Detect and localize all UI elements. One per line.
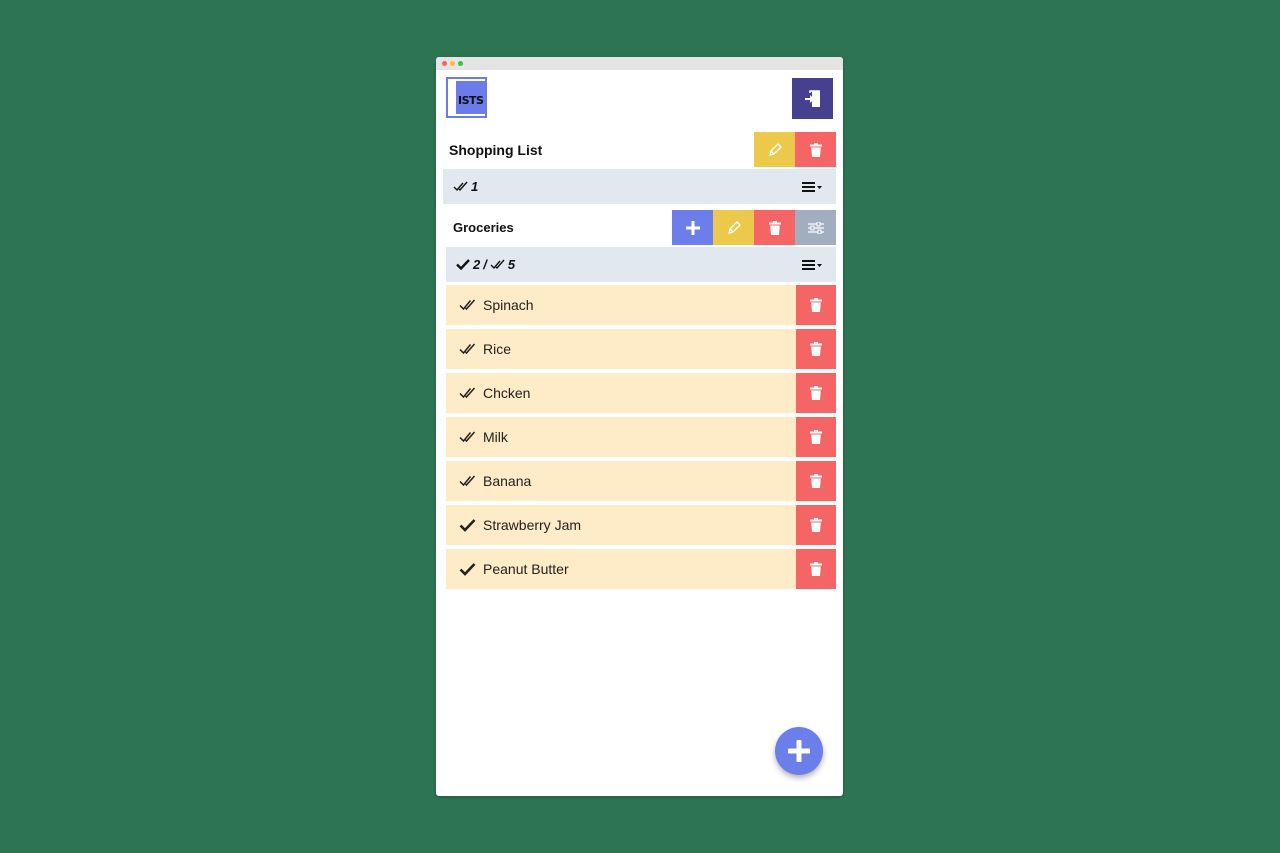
count-separator: / [483,257,487,272]
check-icon [456,259,470,270]
add-category-fab[interactable] [775,727,823,775]
list-item[interactable]: Chcken [446,373,836,413]
list-count-bar: 1 [443,169,836,204]
app-window: ISTS Shopping List 1 Groceries 2 / 5 Spi… [436,57,843,796]
item-name: Banana [483,473,532,489]
plus-icon [788,740,810,762]
double-check-icon[interactable] [459,343,479,355]
logout-button[interactable] [792,78,833,119]
item-name: Chcken [483,385,531,401]
double-check-icon[interactable] [459,299,479,311]
trash-icon [810,430,822,444]
add-item-button[interactable] [672,210,713,245]
check-icon[interactable] [459,562,479,576]
double-check-icon[interactable] [459,431,479,443]
list-item[interactable]: Milk [446,417,836,457]
item-name: Strawberry Jam [483,517,582,533]
trash-icon [768,220,781,235]
trash-icon [810,298,822,312]
delete-item-button[interactable] [796,329,836,369]
category-count-bar: 2 / 5 [446,247,836,282]
category-settings-button[interactable] [795,210,836,245]
checked-count: 2 [473,257,481,272]
item-name: Rice [483,341,512,357]
item-name: Milk [483,429,508,445]
trash-icon [810,386,822,400]
plus-icon [685,220,700,235]
trash-icon [809,142,822,157]
delete-item-button[interactable] [796,417,836,457]
pencil-icon [727,220,741,235]
total-count: 5 [507,257,516,272]
logout-icon [804,89,821,108]
double-check-icon [490,259,505,270]
list-menu-icon[interactable] [802,181,822,192]
delete-list-button[interactable] [795,132,836,167]
trash-icon [810,518,822,532]
list-item[interactable]: Banana [446,461,836,501]
delete-item-button[interactable] [796,505,836,545]
delete-item-button[interactable] [796,373,836,413]
minimize-dot[interactable] [450,61,455,66]
list-item[interactable]: Rice [446,329,836,369]
delete-item-button[interactable] [796,549,836,589]
close-dot[interactable] [442,61,447,66]
list-menu-icon[interactable] [802,259,822,270]
app-logo: ISTS [446,77,487,118]
item-name: Spinach [483,297,534,313]
trash-icon [810,474,822,488]
category-title: Groceries [453,220,514,235]
sliders-icon [807,221,824,234]
list-item[interactable]: Spinach [446,285,836,325]
pencil-icon [768,142,782,157]
trash-icon [810,562,822,576]
window-titlebar [436,57,843,70]
edit-list-button[interactable] [754,132,795,167]
delete-item-button[interactable] [796,461,836,501]
trash-icon [810,342,822,356]
check-icon[interactable] [459,518,479,532]
list-item[interactable]: Strawberry Jam [446,505,836,545]
list-count: 1 [471,179,479,194]
double-check-icon [453,181,468,192]
list-header: Shopping List [443,132,836,167]
double-check-icon[interactable] [459,475,479,487]
edit-category-button[interactable] [713,210,754,245]
list-item[interactable]: Peanut Butter [446,549,836,589]
logo-text: ISTS [458,94,484,107]
double-check-icon[interactable] [459,387,479,399]
delete-category-button[interactable] [754,210,795,245]
maximize-dot[interactable] [458,61,463,66]
delete-item-button[interactable] [796,285,836,325]
category-header: Groceries [446,210,836,245]
list-title: Shopping List [449,141,543,158]
item-name: Peanut Butter [483,561,569,577]
